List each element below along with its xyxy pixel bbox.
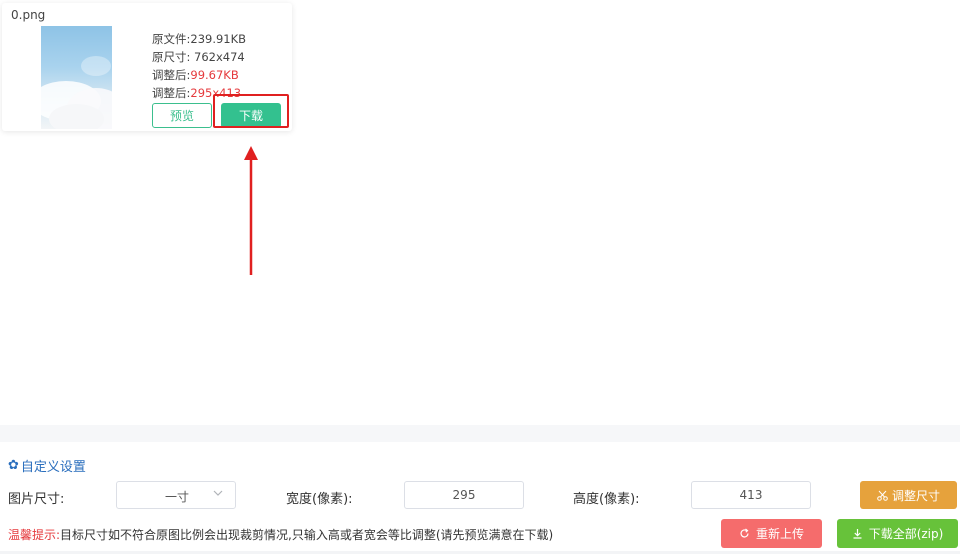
download-button[interactable]: 下载: [221, 103, 281, 128]
adjusted-size: 99.67KB: [190, 68, 239, 82]
custom-settings-title[interactable]: ✿ 自定义设置: [8, 456, 86, 475]
original-dims: 762x474: [190, 50, 245, 64]
size-select-value: 一寸: [165, 490, 190, 504]
height-input[interactable]: [691, 481, 811, 509]
original-dims-row: 原尺寸: 762x474: [152, 50, 245, 64]
tip-label: 温馨提示:: [8, 528, 61, 542]
adjusted-size-row: 调整后:99.67KB: [152, 68, 239, 82]
resize-button[interactable]: 调整尺寸: [860, 481, 957, 509]
preview-button[interactable]: 预览: [152, 103, 212, 128]
reupload-button[interactable]: 重新上传: [721, 519, 822, 548]
chevron-down-icon: [213, 490, 223, 496]
original-size: 239.91KB: [190, 32, 247, 46]
file-name: 0.png: [11, 8, 46, 22]
annotation-arrow: [244, 146, 258, 275]
size-select[interactable]: 一寸: [116, 481, 236, 509]
tip-text: 温馨提示:目标尺寸如不符合原图比例会出现裁剪情况,只输入高或者宽会等比调整(请先…: [8, 528, 554, 542]
scissors-icon: [877, 490, 888, 501]
section-divider: [0, 425, 960, 442]
width-label: 宽度(像素):: [286, 492, 353, 507]
width-input[interactable]: [404, 481, 524, 509]
height-label: 高度(像素):: [573, 492, 640, 507]
file-info: 原文件:239.91KB 原尺寸: 762x474 调整后:99.67KB 调整…: [152, 30, 246, 102]
size-label: 图片尺寸:: [8, 492, 65, 507]
download-all-button[interactable]: 下载全部(zip): [837, 519, 958, 548]
adjusted-dims-row: 调整后:295x413: [152, 86, 242, 100]
file-card: 0.png 原文件:239.91KB 原尺寸: 762x474 调整后:99.6…: [2, 3, 292, 131]
adjusted-dims: 295x413: [190, 86, 242, 100]
original-size-row: 原文件:239.91KB: [152, 32, 247, 46]
download-icon: [853, 529, 862, 539]
gear-icon: ✿: [8, 458, 19, 473]
refresh-icon: [740, 528, 749, 538]
image-thumbnail: [41, 26, 112, 129]
